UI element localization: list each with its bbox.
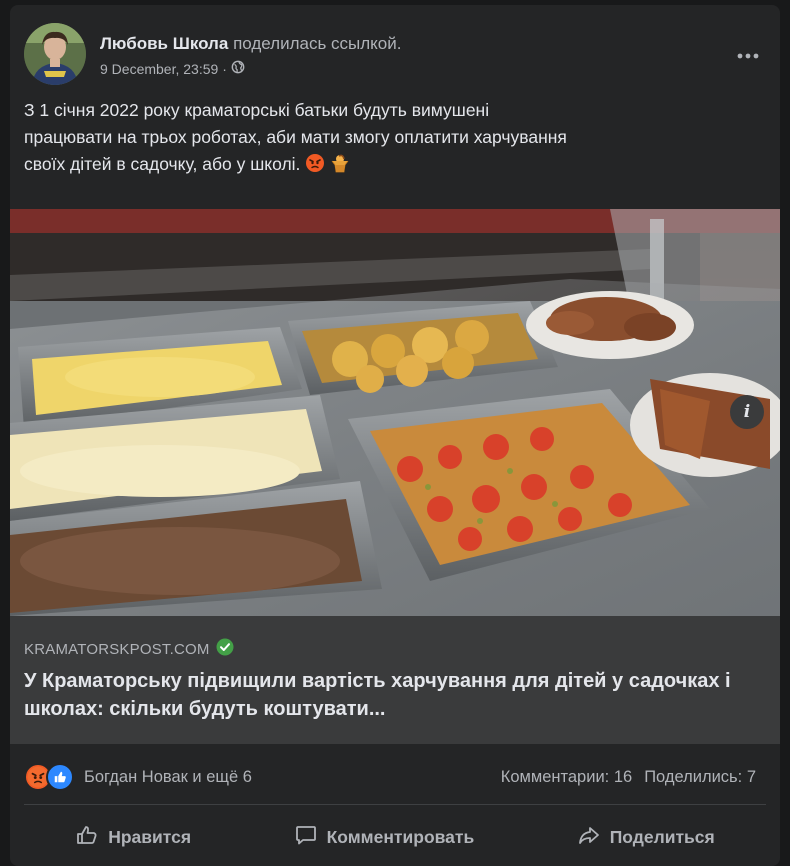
- thumbs-up-icon: [75, 823, 99, 852]
- reactions-summary[interactable]: Богдан Новак и ещё 6: [24, 763, 252, 791]
- link-domain-row: KRAMATORSKPOST.COM: [24, 638, 234, 660]
- link-preview-image[interactable]: [10, 209, 780, 616]
- post-timestamp[interactable]: 9 December, 23:59: [100, 61, 218, 77]
- comment-bubble-icon: [294, 823, 318, 852]
- link-title[interactable]: У Краматорську підвищили вартість харчув…: [24, 667, 764, 723]
- post-meta: 9 December, 23:59 ·: [100, 60, 245, 77]
- author-avatar[interactable]: [24, 23, 86, 85]
- comments-count[interactable]: Комментарии: 16: [501, 768, 632, 787]
- like-reaction-icon: [46, 763, 74, 791]
- post-text-line: своїх дітей в садочку, або у школі.: [24, 154, 301, 174]
- post-text: З 1 січня 2022 року краматорські батьки …: [24, 97, 766, 178]
- link-preview[interactable]: KRAMATORSKPOST.COM У Краматорську підвищ…: [10, 616, 780, 744]
- shares-count[interactable]: Поделились: 7: [644, 768, 756, 787]
- angry-face-emoji-icon: [305, 153, 325, 173]
- more-dots-icon[interactable]: [730, 38, 766, 74]
- post-action-text: поделилась ссылкой.: [233, 34, 402, 53]
- share-button-label: Поделиться: [609, 826, 715, 847]
- like-button[interactable]: Нравится: [49, 817, 217, 857]
- globe-icon[interactable]: [231, 60, 245, 77]
- info-icon-label: i: [743, 402, 751, 422]
- comment-button[interactable]: Комментировать: [268, 817, 501, 857]
- like-button-label: Нравится: [108, 826, 192, 847]
- verified-check-icon: [216, 638, 234, 660]
- post-text-line-last: своїх дітей в садочку, або у школі.: [24, 151, 766, 178]
- share-button[interactable]: Поделиться: [551, 817, 741, 857]
- post-header: Любовь Школа поделилась ссылкой. 9 Decem…: [24, 20, 766, 86]
- comment-button-label: Комментировать: [326, 826, 475, 847]
- post-card: Любовь Школа поделилась ссылкой. 9 Decem…: [10, 5, 780, 866]
- post-text-line: З 1 січня 2022 року краматорські батьки …: [24, 100, 490, 120]
- post-text-line: працювати на трьох роботах, аби мати змо…: [24, 127, 567, 147]
- author-name[interactable]: Любовь Школа: [100, 34, 228, 53]
- actions-divider: [24, 804, 766, 805]
- stats-counts: Комментарии: 16 Поделились: 7: [501, 768, 756, 787]
- link-domain: KRAMATORSKPOST.COM: [24, 640, 210, 658]
- author-line: Любовь Школа поделилась ссылкой.: [100, 34, 401, 54]
- meta-separator: ·: [222, 60, 227, 77]
- post-actions: Нравится Комментировать Поделиться: [24, 817, 766, 857]
- info-icon[interactable]: i: [730, 395, 764, 429]
- post-stats: Богдан Новак и ещё 6 Комментарии: 16 Под…: [24, 755, 766, 795]
- person-shrugging-emoji-icon: [330, 153, 350, 173]
- reactors-text[interactable]: Богдан Новак и ещё 6: [84, 768, 252, 787]
- share-arrow-icon: [577, 823, 601, 852]
